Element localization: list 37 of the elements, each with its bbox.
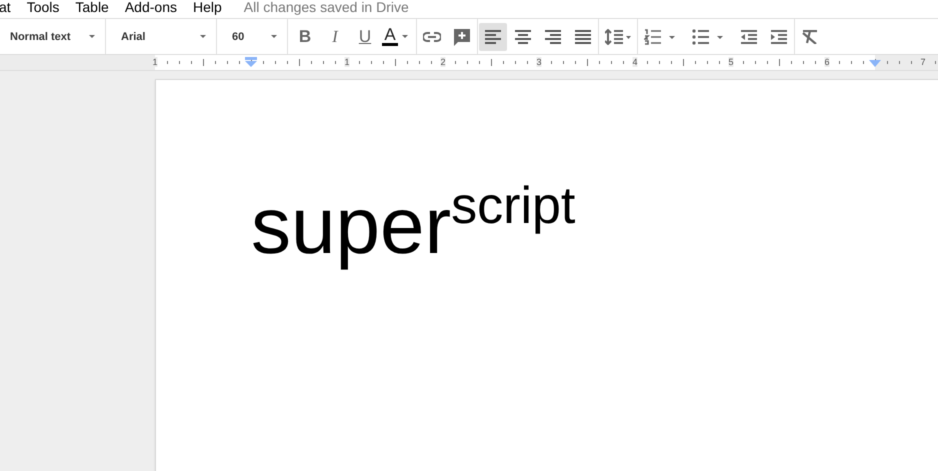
bold-button[interactable]: B: [292, 24, 318, 48]
toolbar-dropdown[interactable]: 60: [217, 24, 287, 48]
increase-indent-icon: [771, 30, 787, 44]
align-right-icon: [545, 30, 561, 44]
link-icon: [423, 32, 441, 42]
save-status: All changes saved in Drive: [244, 0, 409, 15]
ruler-number: 2: [440, 57, 446, 67]
decrease-indent-icon: [741, 30, 757, 44]
caret-icon: [402, 35, 408, 38]
caret-icon: [200, 35, 206, 38]
ruler-number: 7: [920, 57, 926, 67]
menu-item[interactable]: Add-ons: [124, 0, 177, 15]
line-spacing-icon: [605, 28, 631, 44]
menu-item[interactable]: Tools: [26, 0, 60, 15]
ruler-number: 6: [824, 57, 830, 67]
ruler-number: 3: [536, 57, 542, 67]
align-justify-icon: [575, 30, 591, 44]
indent-marker-icon[interactable]: [245, 57, 257, 67]
right-indent-marker-icon[interactable]: [869, 60, 881, 67]
align-center-icon: [515, 30, 531, 44]
align-left-button[interactable]: [479, 22, 507, 50]
align-left-icon: [485, 30, 501, 44]
ruler-number: 1: [152, 57, 158, 67]
ruler-number: 1: [344, 57, 350, 67]
color-button[interactable]: A: [382, 24, 408, 48]
ruler-number: 4: [632, 57, 638, 67]
underline-button[interactable]: U: [352, 24, 378, 48]
clear-formatting-icon: [802, 30, 818, 44]
menu-item[interactable]: Help: [193, 0, 222, 15]
italic-button[interactable]: I: [322, 24, 348, 48]
ruler-number: 5: [728, 57, 734, 67]
toolbar-dropdown[interactable]: Arial: [106, 24, 216, 48]
caret-icon: [271, 35, 277, 38]
menu-item[interactable]: Table: [75, 0, 109, 15]
toolbar-dropdown[interactable]: Normal text: [0, 24, 105, 48]
add-comment-icon: [453, 28, 471, 46]
caret-icon: [89, 35, 95, 38]
